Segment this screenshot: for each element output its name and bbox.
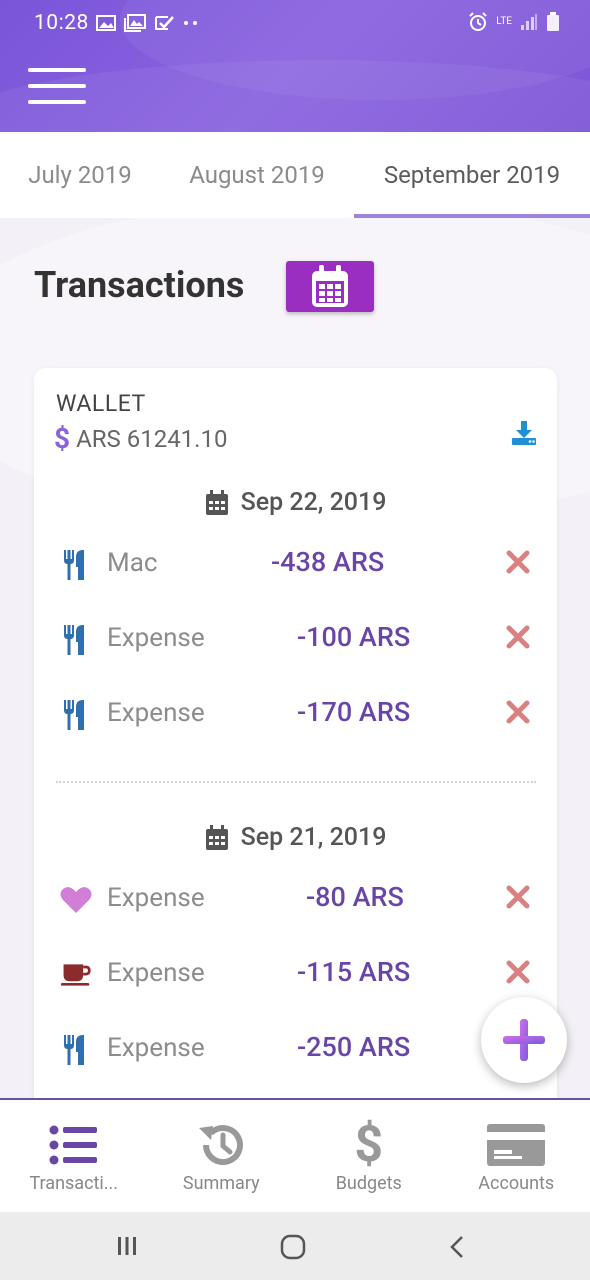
transaction-row[interactable]: Expense -115 ARS	[34, 950, 557, 1000]
close-icon	[506, 550, 530, 574]
nav-label: Summary	[182, 1173, 260, 1194]
battery-icon	[547, 12, 559, 31]
coffee-icon	[60, 964, 91, 986]
transaction-amount: -100 ARS	[297, 621, 411, 653]
back-icon[interactable]	[448, 1234, 466, 1260]
transaction-amount: -115 ARS	[297, 956, 411, 988]
home-icon[interactable]	[280, 1234, 306, 1260]
notification-icons	[96, 14, 200, 32]
page-title: Transactions	[34, 264, 245, 306]
network-type: LTE	[496, 16, 512, 27]
transaction-amount: -250 ARS	[297, 1031, 411, 1063]
status-bar: 10:28 LTE	[0, 0, 590, 48]
app-header: 10:28 LTE	[0, 0, 590, 132]
system-navigation-bar	[0, 1212, 590, 1280]
close-icon	[506, 885, 530, 909]
nav-summary[interactable]: Summary	[148, 1100, 296, 1212]
delete-button[interactable]	[506, 700, 530, 728]
nav-accounts[interactable]: Accounts	[443, 1100, 590, 1212]
plus-icon	[503, 1019, 545, 1061]
recent-apps-icon[interactable]	[116, 1235, 138, 1257]
menu-line-icon	[28, 68, 86, 72]
calendar-icon	[205, 489, 228, 515]
nav-budgets[interactable]: $ Budgets	[295, 1100, 443, 1212]
gallery-icon	[124, 14, 146, 32]
wallet-card: WALLET $ ARS 61241.10 Sep 22, 2019 Mac -…	[34, 368, 557, 1098]
wallet-balance-value: ARS 61241.10	[76, 424, 228, 453]
wallet-balance: $ ARS 61241.10	[54, 422, 227, 455]
history-icon	[199, 1125, 244, 1166]
date-header: Sep 22, 2019	[34, 488, 557, 517]
close-icon	[506, 700, 530, 724]
calendar-icon	[205, 824, 228, 850]
transaction-name: Mac	[107, 548, 158, 578]
calendar-button[interactable]	[286, 261, 374, 312]
transaction-row[interactable]: Mac -438 ARS	[34, 540, 557, 590]
delete-button[interactable]	[506, 550, 530, 578]
screen: 10:28 LTE July 2019 August 2019 Septembe…	[0, 0, 590, 1280]
bottom-navigation: Transacti... Summary $ Budgets Accounts	[0, 1098, 590, 1212]
nav-label: Budgets	[335, 1173, 402, 1194]
more-dots-icon	[184, 21, 197, 25]
tab-august-2019[interactable]: August 2019	[160, 132, 354, 218]
transaction-name: Expense	[107, 958, 205, 988]
menu-line-icon	[28, 84, 86, 88]
menu-line-icon	[28, 100, 86, 104]
close-icon	[506, 625, 530, 649]
image-icon	[96, 15, 116, 31]
group-divider	[56, 781, 536, 783]
transaction-amount: -80 ARS	[306, 881, 404, 913]
utensils-icon	[64, 625, 84, 655]
transaction-name: Expense	[107, 883, 205, 913]
transaction-amount: -438 ARS	[271, 546, 385, 578]
menu-button[interactable]	[28, 68, 86, 104]
download-button[interactable]	[511, 420, 537, 450]
utensils-icon	[64, 1035, 84, 1065]
transaction-row[interactable]: Expense -170 ARS	[34, 690, 557, 740]
transaction-name: Expense	[107, 698, 205, 728]
list-icon	[49, 1125, 97, 1165]
nav-transactions[interactable]: Transacti...	[0, 1100, 148, 1212]
tab-september-2019[interactable]: September 2019	[354, 132, 590, 218]
dollar-icon: $	[354, 1116, 384, 1174]
credit-card-icon	[487, 1124, 546, 1166]
nav-label: Accounts	[478, 1173, 555, 1194]
wallet-name: WALLET	[56, 390, 146, 417]
transaction-row[interactable]: Expense -250 ARS	[34, 1025, 557, 1075]
transaction-name: Expense	[107, 1033, 205, 1063]
month-tabs: July 2019 August 2019 September 2019	[0, 132, 590, 218]
transaction-amount: -170 ARS	[297, 696, 411, 728]
delete-button[interactable]	[506, 625, 530, 653]
alarm-icon	[469, 12, 488, 31]
delete-button[interactable]	[506, 960, 530, 988]
close-icon	[506, 960, 530, 984]
system-status-icons: LTE	[468, 12, 560, 32]
calendar-icon	[312, 264, 348, 307]
transaction-row[interactable]: Expense -100 ARS	[34, 615, 557, 665]
transaction-name: Expense	[107, 623, 205, 653]
nav-label: Transacti...	[29, 1173, 119, 1194]
download-icon	[512, 421, 536, 445]
signal-icon	[521, 14, 537, 30]
dollar-icon: $	[54, 422, 71, 455]
utensils-icon	[64, 700, 84, 730]
delete-button[interactable]	[506, 885, 530, 913]
main-content: Transactions WALLET $ ARS 61241.10 Sep 2…	[0, 218, 590, 1098]
check-icon	[155, 16, 174, 30]
transaction-row[interactable]: Expense -80 ARS	[34, 875, 557, 925]
date-header: Sep 21, 2019	[34, 823, 557, 852]
utensils-icon	[64, 550, 84, 580]
status-time: 10:28	[34, 11, 89, 35]
heart-icon	[60, 887, 92, 913]
add-transaction-button[interactable]	[481, 997, 567, 1083]
tab-july-2019[interactable]: July 2019	[0, 132, 160, 218]
